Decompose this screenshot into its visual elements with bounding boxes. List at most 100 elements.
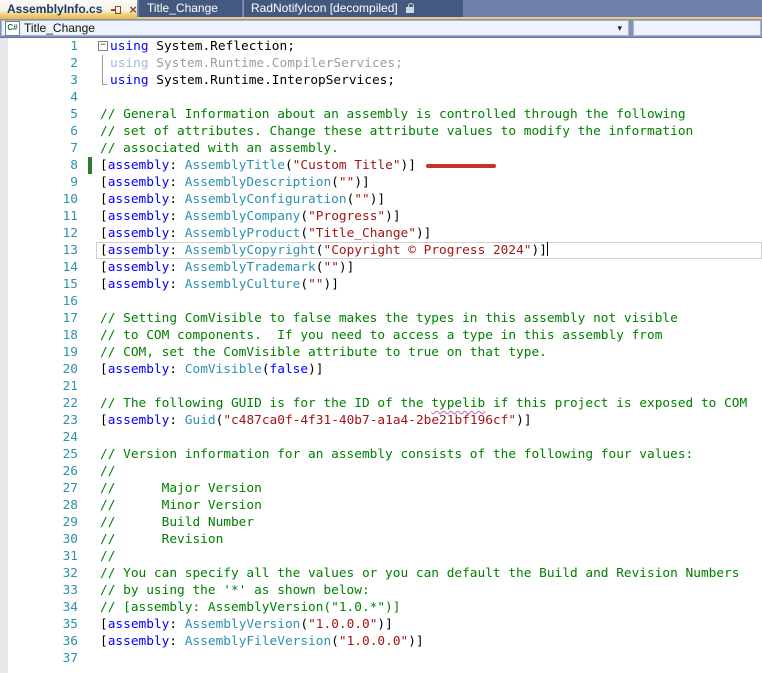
line-number: 34 — [62, 600, 78, 615]
pin-icon[interactable] — [111, 4, 123, 16]
line-number: 11 — [62, 209, 78, 224]
code-text: // Revision — [100, 532, 224, 547]
code-line[interactable]: 6 // set of attributes. Change these attr… — [0, 123, 762, 140]
code-line[interactable]: 30 // Revision — [0, 531, 762, 548]
code-text: // General Information about an assembly… — [100, 107, 686, 122]
code-line[interactable]: 33 // by using the '*' as shown below: — [0, 582, 762, 599]
code-text: // You can specify all the values or you… — [100, 566, 740, 581]
chevron-down-icon[interactable]: ▾ — [617, 23, 622, 34]
line-number: 13 — [62, 243, 78, 258]
code-line[interactable]: 26 // — [0, 463, 762, 480]
code-line[interactable]: 8 [assembly: AssemblyTitle("Custom Title"… — [0, 157, 762, 174]
line-number: 26 — [62, 464, 78, 479]
code-line[interactable]: 18 // to COM components. If you need to a… — [0, 327, 762, 344]
project-dropdown-value: Title_Change — [24, 21, 95, 35]
tab-assemblyinfo[interactable]: AssemblyInfo.cs × — [0, 0, 137, 19]
red-annotation-line — [425, 163, 496, 168]
code-line[interactable]: 13 [assembly: AssemblyCopyright("Copyrigh… — [0, 242, 762, 259]
vs-editor-window: AssemblyInfo.cs × Title_Change RadNotify… — [0, 0, 762, 673]
line-number: 25 — [62, 447, 78, 462]
outline-guide-line — [102, 55, 103, 72]
code-line[interactable]: 21 — [0, 378, 762, 395]
code-line[interactable]: 7 // associated with an assembly. — [0, 140, 762, 157]
code-line[interactable]: 11 [assembly: AssemblyCompany("Progress")… — [0, 208, 762, 225]
code-line[interactable]: 15 [assembly: AssemblyCulture("")] — [0, 276, 762, 293]
code-line[interactable]: 3 using System.Runtime.InteropServices; — [0, 72, 762, 89]
code-line[interactable]: 10 [assembly: AssemblyConfiguration("")] — [0, 191, 762, 208]
code-line[interactable]: 2 using System.Runtime.CompilerServices; — [0, 55, 762, 72]
line-number: 36 — [62, 634, 78, 649]
code-text: // by using the '*' as shown below: — [100, 583, 370, 598]
tab-title-change[interactable]: Title_Change — [139, 0, 242, 17]
code-text: // Minor Version — [100, 498, 262, 513]
code-text: [assembly: AssemblyCopyright("Copyright … — [100, 242, 548, 258]
code-line[interactable]: 36 [assembly: AssemblyFileVersion("1.0.0.… — [0, 633, 762, 650]
code-line[interactable]: 16 — [0, 293, 762, 310]
code-line[interactable]: 19 // COM, set the ComVisible attribute t… — [0, 344, 762, 361]
line-number: 27 — [62, 481, 78, 496]
code-line[interactable]: 9 [assembly: AssemblyDescription("")] — [0, 174, 762, 191]
code-line[interactable]: 23 [assembly: Guid("c487ca0f-4f31-40b7-a1… — [0, 412, 762, 429]
code-line[interactable]: 35 [assembly: AssemblyVersion("1.0.0.0")] — [0, 616, 762, 633]
code-text: using System.Reflection; — [110, 39, 295, 54]
code-text: [assembly: Guid("c487ca0f-4f31-40b7-a1a4… — [100, 413, 532, 428]
code-line[interactable]: 34 // [assembly: AssemblyVersion("1.0.*")… — [0, 599, 762, 616]
code-lines: 1 − using System.Reflection; 2 using System.… — [0, 38, 762, 667]
code-line[interactable]: 20 [assembly: ComVisible(false)] — [0, 361, 762, 378]
line-number: 23 — [62, 413, 78, 428]
code-text: // Build Number — [100, 515, 255, 530]
line-number: 17 — [62, 311, 78, 326]
code-line[interactable]: 31 // — [0, 548, 762, 565]
code-line[interactable]: 37 — [0, 650, 762, 667]
code-line[interactable]: 12 [assembly: AssemblyProduct("Title_Chan… — [0, 225, 762, 242]
lock-icon — [405, 3, 416, 14]
code-line[interactable]: 29 // Build Number — [0, 514, 762, 531]
collapse-minus-icon[interactable]: − — [98, 41, 108, 51]
code-text: // set of attributes. Change these attri… — [100, 124, 694, 139]
code-line[interactable]: 32 // You can specify all the values or y… — [0, 565, 762, 582]
line-number: 22 — [62, 396, 78, 411]
code-text: // [assembly: AssemblyVersion("1.0.*")] — [100, 600, 401, 615]
line-number: 15 — [62, 277, 78, 292]
code-text: using System.Runtime.CompilerServices; — [110, 56, 403, 71]
line-number: 35 — [62, 617, 78, 632]
code-line[interactable]: 4 — [0, 89, 762, 106]
line-number: 18 — [62, 328, 78, 343]
code-text: // to COM components. If you need to acc… — [100, 328, 663, 343]
code-line[interactable]: 24 — [0, 429, 762, 446]
line-number: 8 — [70, 158, 78, 173]
code-text: // The following GUID is for the ID of t… — [100, 396, 748, 411]
code-text: [assembly: AssemblyConfiguration("")] — [100, 192, 386, 207]
outline-guide-line — [102, 84, 107, 85]
code-line[interactable]: 14 [assembly: AssemblyTrademark("")] — [0, 259, 762, 276]
line-number: 9 — [70, 175, 78, 190]
code-line[interactable]: 22 // The following GUID is for the ID of… — [0, 395, 762, 412]
line-number: 7 — [70, 141, 78, 156]
line-number: 21 — [62, 379, 78, 394]
line-number: 29 — [62, 515, 78, 530]
project-dropdown[interactable]: C# Title_Change ▾ — [1, 20, 629, 36]
line-number: 3 — [70, 73, 78, 88]
line-number: 1 — [70, 39, 78, 54]
code-line[interactable]: 17 // Setting ComVisible to false makes t… — [0, 310, 762, 327]
tab-radnotifyicon[interactable]: RadNotifyIcon [decompiled] — [243, 0, 463, 17]
navigation-bar: C# Title_Change ▾ — [0, 19, 762, 38]
change-tracking-bar — [88, 157, 92, 174]
document-tab-strip: AssemblyInfo.cs × Title_Change RadNotify… — [0, 0, 762, 19]
text-caret — [546, 242, 548, 256]
close-icon[interactable]: × — [129, 3, 137, 16]
code-text: [assembly: AssemblyProduct("Title_Change… — [100, 226, 432, 241]
code-text: // Setting ComVisible to false makes the… — [100, 311, 678, 326]
code-editor[interactable]: 1 − using System.Reflection; 2 using System.… — [0, 38, 762, 673]
member-dropdown[interactable] — [633, 20, 761, 36]
line-number: 20 — [62, 362, 78, 377]
csharp-project-icon: C# — [5, 20, 20, 36]
tab-label: AssemblyInfo.cs — [7, 2, 103, 16]
code-line[interactable]: 5 // General Information about an assembl… — [0, 106, 762, 123]
code-line[interactable]: 1 − using System.Reflection; — [0, 38, 762, 55]
code-line[interactable]: 28 // Minor Version — [0, 497, 762, 514]
code-line[interactable]: 27 // Major Version — [0, 480, 762, 497]
code-line[interactable]: 25 // Version information for an assembly… — [0, 446, 762, 463]
code-text: [assembly: AssemblyTrademark("")] — [100, 260, 355, 275]
code-text: // — [100, 464, 116, 479]
